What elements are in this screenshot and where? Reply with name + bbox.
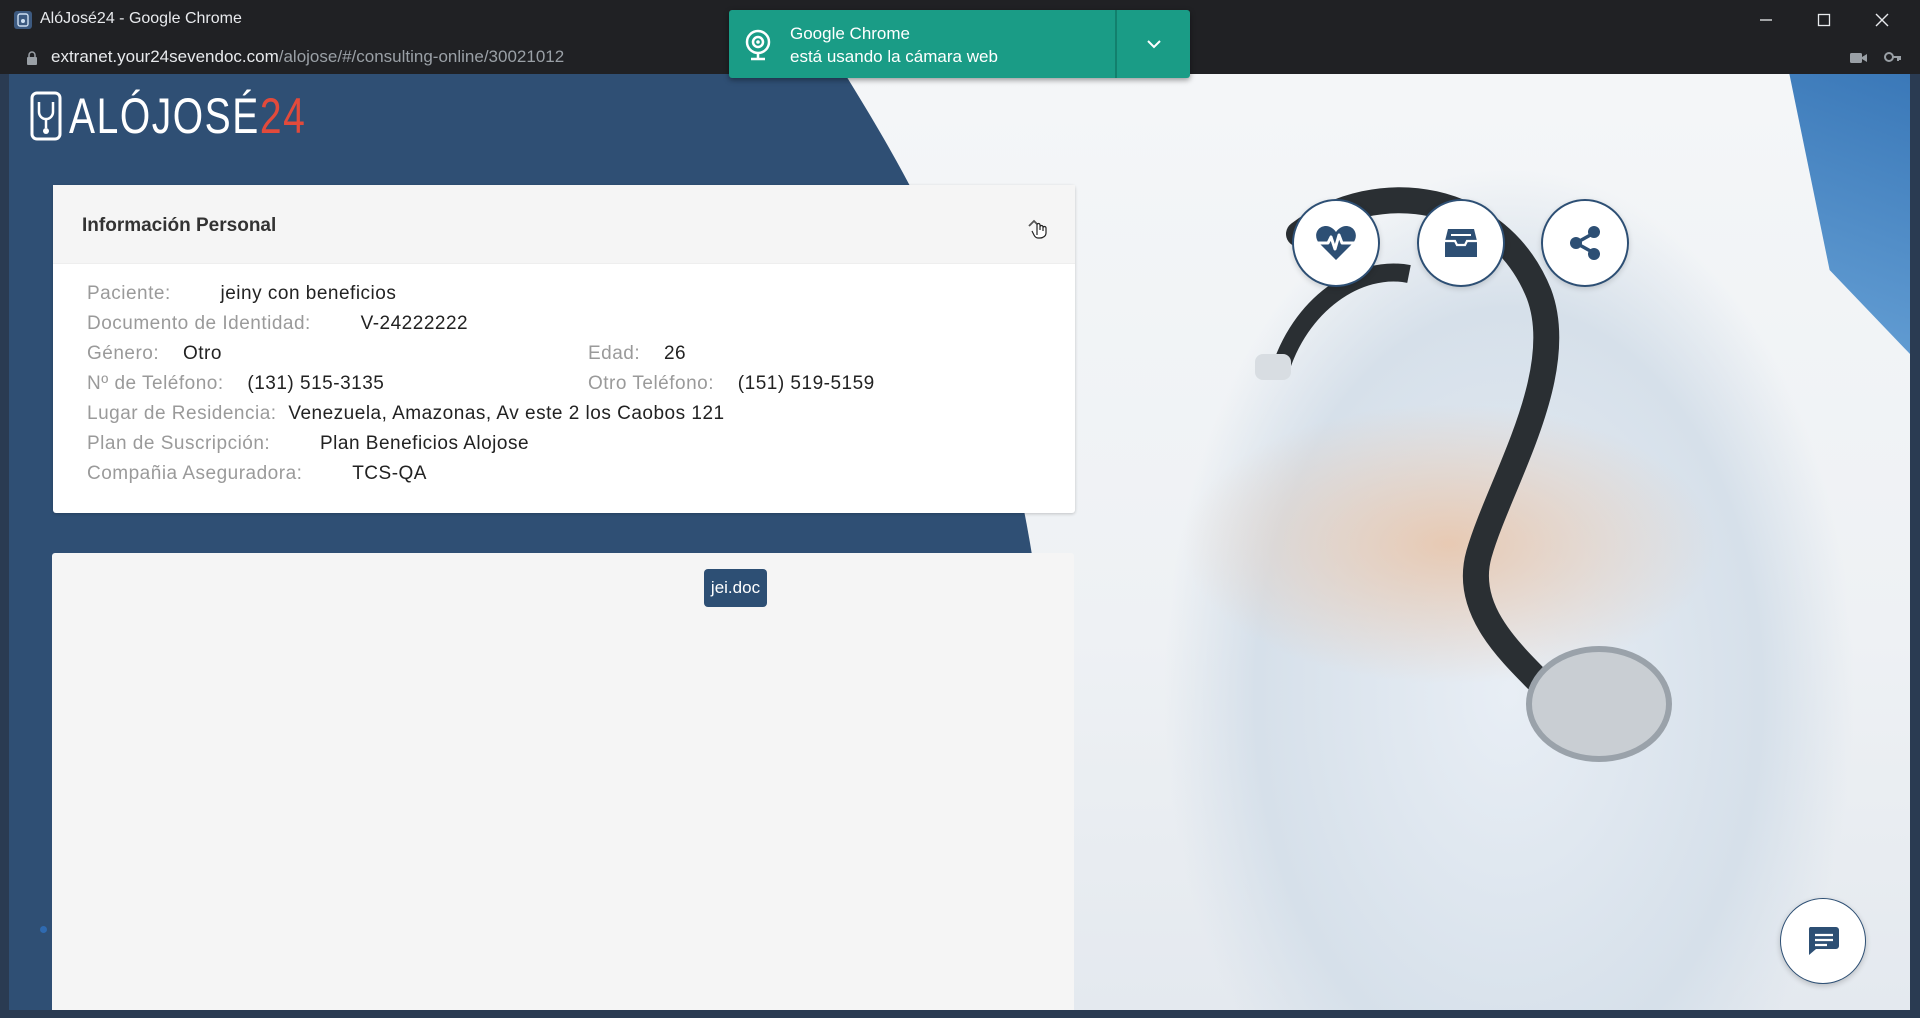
- phone-value: (131) 515-3135: [247, 373, 385, 394]
- personal-info-header[interactable]: Información Personal: [53, 185, 1075, 264]
- close-window-button[interactable]: [1853, 0, 1911, 40]
- webcam-icon: [743, 29, 773, 66]
- phone-row: Nº de Teléfono: (131) 515-3135: [87, 373, 385, 394]
- other-phone-row: Otro Teléfono: (151) 519-5159: [588, 373, 875, 394]
- url-text[interactable]: extranet.your24sevendoc.com/alojose/#/co…: [51, 47, 564, 67]
- age-value: 26: [663, 343, 687, 364]
- notification-title: Google Chrome: [790, 24, 911, 43]
- alojose24-logo: ALÓJOSÉ24: [29, 87, 373, 145]
- camera-in-use-notification[interactable]: Google Chrome está usando la cámara web: [729, 10, 1190, 78]
- vitals-button[interactable]: [1292, 199, 1380, 287]
- status-dot: [40, 926, 47, 933]
- chat-button[interactable]: [1780, 898, 1866, 984]
- minimize-button[interactable]: [1737, 0, 1795, 40]
- key-icon[interactable]: [1884, 49, 1902, 70]
- gender-row: Género: Otro: [87, 343, 222, 364]
- window-title: AlóJosé24 - Google Chrome: [40, 10, 242, 27]
- residence-value: Venezuela, Amazonas, Av este 2 los Caobo…: [288, 403, 725, 424]
- share-button[interactable]: [1541, 199, 1629, 287]
- maximize-button[interactable]: [1795, 0, 1853, 40]
- other-phone-value: (151) 519-5159: [737, 373, 875, 394]
- patient-row: Paciente: jeiny con beneficios: [87, 283, 397, 304]
- plan-value: Plan Beneficios Alojose: [320, 433, 530, 454]
- collapse-chevron-up-icon[interactable]: [1019, 209, 1053, 243]
- id-document-row: Documento de Identidad: V-24222222: [87, 313, 469, 334]
- logo-text: ALÓJOSÉ24: [69, 88, 307, 144]
- gender-value: Otro: [182, 343, 222, 364]
- page-viewport: ALÓJOSÉ24 Información Personal Paciente:…: [9, 74, 1910, 1010]
- heart-pulse-icon: [1316, 226, 1356, 260]
- age-row: Edad: 26: [588, 343, 687, 364]
- share-icon: [1570, 226, 1600, 260]
- plan-row: Plan de Suscripción: Plan Beneficios Alo…: [87, 433, 530, 454]
- site-favicon-icon: [14, 11, 32, 29]
- stethoscope-logo-icon: [30, 91, 62, 141]
- notification-divider: [1115, 10, 1117, 78]
- personal-info-title: Información Personal: [82, 215, 277, 236]
- personal-info-card: Información Personal Paciente: jeiny con…: [53, 185, 1075, 513]
- insurer-value: TCS-QA: [352, 463, 427, 484]
- records-button[interactable]: [1417, 199, 1505, 287]
- insurer-row: Compañia Aseguradora: TCS-QA: [87, 463, 427, 484]
- patient-value: jeiny con beneficios: [220, 283, 397, 304]
- notification-message: está usando la cámara web: [790, 47, 998, 66]
- lock-icon: [26, 50, 38, 70]
- participant-name-tag[interactable]: jei.doc: [704, 569, 767, 607]
- camera-in-use-icon[interactable]: [1850, 50, 1868, 70]
- id-document-value: V-24222222: [360, 313, 469, 334]
- archive-icon: [1445, 229, 1477, 257]
- chevron-down-icon[interactable]: [1146, 36, 1162, 54]
- chat-icon: [1808, 927, 1839, 955]
- residence-row: Lugar de Residencia: Venezuela, Amazonas…: [87, 403, 725, 424]
- video-call-panel: [52, 553, 1074, 1010]
